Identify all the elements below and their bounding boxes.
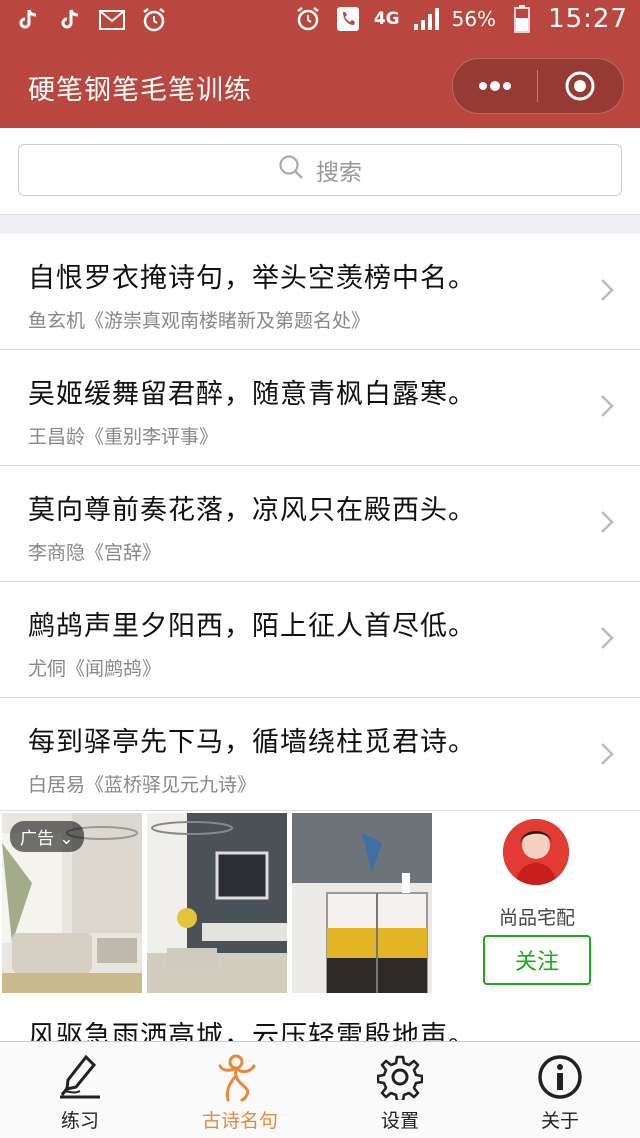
tab-label: 古诗名句 [201, 1110, 278, 1132]
list-item[interactable]: 鹧鸪声里夕阳西，陌上征人首尽低。 尤侗《闻鹧鸪》 [0, 582, 640, 698]
pen-icon [56, 1052, 104, 1102]
dancer-icon [216, 1052, 264, 1102]
list-item[interactable]: 自恨罗衣掩诗句，举头空羡榜中名。 鱼玄机《游崇真观南楼睹新及第题名处》 [0, 234, 640, 350]
chevron-right-icon [601, 279, 614, 301]
list-item[interactable]: 吴姬缓舞留君醉，随意青枫白露寒。 王昌龄《重别李评事》 [0, 350, 640, 466]
target-close-icon [565, 71, 595, 101]
nav-bar: 硬笔钢笔毛笔训练 [0, 44, 640, 128]
chevron-right-icon [601, 395, 614, 417]
tab-settings[interactable]: 设置 [320, 1042, 480, 1138]
page-title: 硬笔钢笔毛笔训练 [28, 75, 252, 106]
poem-line: 每到驿亭先下马，循墙绕柱觅君诗。 [28, 727, 476, 758]
status-bar: 4G 56% 15:27 [0, 0, 640, 44]
tiktok-icon [56, 6, 84, 34]
alarm-icon [140, 6, 168, 34]
poem-line: 莫向尊前奏花落，凉风只在殿西头。 [28, 495, 476, 526]
poem-source: 王昌龄《重别李评事》 [28, 426, 219, 448]
signal-icon [412, 5, 440, 33]
tab-bar: 练习 古诗名句 设置 关于 [0, 1041, 640, 1138]
tab-poems[interactable]: 古诗名句 [160, 1042, 320, 1138]
poem-source: 白居易《蓝桥驿见元九诗》 [28, 774, 257, 796]
list-item[interactable]: 每到驿亭先下马，循墙绕柱觅君诗。 白居易《蓝桥驿见元九诗》 [0, 698, 640, 814]
search-icon [278, 154, 304, 186]
tiktok-icon [14, 6, 42, 34]
chevron-right-icon [601, 511, 614, 533]
search-input[interactable]: 搜索 [18, 144, 622, 196]
info-icon [537, 1052, 583, 1102]
poem-source: 李商隐《宫辞》 [28, 542, 162, 564]
list-item[interactable]: 莫向尊前奏花落，凉风只在殿西头。 李商隐《宫辞》 [0, 466, 640, 582]
ad-tag-label: 广告 [20, 829, 54, 849]
more-button[interactable] [453, 59, 537, 113]
poem-line: 鹧鸪声里夕阳西，陌上征人首尽低。 [28, 611, 476, 642]
poem-source: 尤侗《闻鹧鸪》 [28, 658, 162, 680]
poem-source: 鱼玄机《游崇真观南楼睹新及第题名处》 [28, 310, 371, 332]
ad-image-living-room[interactable]: 广告 ⌄ [2, 813, 142, 993]
tab-label: 练习 [60, 1110, 99, 1132]
phone-icon [334, 5, 362, 33]
ad-image-cabinet[interactable] [292, 813, 432, 993]
battery-percent: 56% [451, 7, 497, 31]
alarm-icon [294, 5, 322, 33]
more-dots-icon [479, 81, 511, 91]
chevron-right-icon [601, 627, 614, 649]
advertiser-name: 尚品宅配 [498, 907, 575, 929]
search-area: 搜索 [0, 128, 640, 215]
mini-program-capsule [452, 58, 624, 114]
close-mini-program-button[interactable] [538, 59, 622, 113]
tab-about[interactable]: 关于 [480, 1042, 640, 1138]
follow-button[interactable]: 关注 [483, 935, 591, 985]
advertiser-avatar[interactable] [503, 819, 569, 885]
poem-list: 自恨罗衣掩诗句，举头空羡榜中名。 鱼玄机《游崇真观南楼睹新及第题名处》 吴姬缓舞… [0, 234, 640, 814]
chevron-right-icon [601, 743, 614, 765]
ad-image-tv-wall[interactable] [147, 813, 287, 993]
mail-icon [98, 6, 126, 34]
ad-tag[interactable]: 广告 ⌄ [10, 821, 84, 852]
search-placeholder: 搜索 [316, 160, 362, 186]
ad-banner[interactable]: 广告 ⌄ 尚品宅配 关注 [0, 810, 640, 998]
poem-line: 自恨罗衣掩诗句，举头空羡榜中名。 [28, 263, 476, 294]
network-type: 4G [373, 9, 400, 29]
clock: 15:27 [548, 4, 628, 34]
poem-line: 吴姬缓舞留君醉，随意青枫白露寒。 [28, 379, 476, 410]
tab-practice[interactable]: 练习 [0, 1042, 160, 1138]
tab-label: 设置 [380, 1110, 419, 1132]
gear-icon [377, 1052, 423, 1102]
battery-icon [508, 5, 536, 33]
tab-label: 关于 [540, 1110, 579, 1132]
